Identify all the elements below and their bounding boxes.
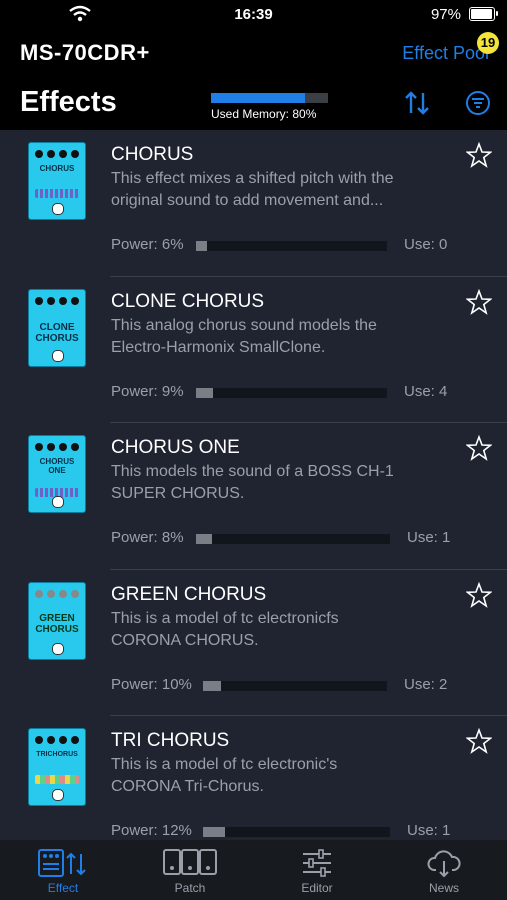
sort-icon[interactable]: [403, 89, 431, 117]
effect-pool-badge: 19: [477, 32, 499, 54]
use-count: Use: 1: [407, 822, 451, 839]
header: 16:39 97% MS-70CDR+ Effect Pool 19 Effec…: [0, 0, 507, 130]
pedal-thumbnail: GREEN CHORUS: [28, 581, 86, 660]
tab-bar: Effect Patch Editor News: [0, 840, 507, 900]
effect-description: This effect mixes a shifted pitch with t…: [111, 170, 394, 209]
star-icon[interactable]: [466, 728, 492, 754]
effect-row[interactable]: CHORUS ONE CHORUS ONE This models the sou…: [0, 423, 507, 570]
star-icon[interactable]: [466, 581, 492, 608]
effect-row[interactable]: TRICHORUS TRI CHORUS This is a model of …: [0, 716, 507, 840]
effect-name: CHORUS: [111, 144, 194, 165]
memory-label: Used Memory: 80%: [211, 107, 317, 121]
pedal-thumbnail: CLONE CHORUS: [28, 288, 86, 367]
power-bar: [203, 827, 390, 837]
effect-description: This analog chorus sound models the Elect…: [111, 316, 377, 356]
power-label: Power: 8%: [111, 529, 184, 546]
tab-news[interactable]: News: [381, 840, 507, 900]
effect-row[interactable]: GREEN CHORUS GREEN CHORUS This is a model…: [0, 570, 507, 716]
effect-row[interactable]: CHORUS CHORUS This effect mixes a shifte…: [0, 130, 507, 277]
pedal-thumbnail: CHORUS: [28, 142, 86, 220]
tab-effect-label: Effect: [47, 881, 79, 895]
effect-name: TRI CHORUS: [111, 730, 230, 751]
star-icon[interactable]: [466, 435, 492, 461]
power-label: Power: 6%: [111, 236, 184, 253]
effect-name: CHORUS ONE: [111, 437, 240, 458]
tab-patch[interactable]: Patch: [127, 840, 253, 900]
memory-bar: [211, 93, 328, 103]
star-icon[interactable]: [466, 142, 492, 168]
tab-editor[interactable]: Editor: [254, 840, 380, 900]
use-count: Use: 2: [404, 675, 448, 693]
cloud-download-icon: [427, 850, 461, 878]
effect-description: This is a model of tc electronic's CORONA…: [111, 756, 338, 795]
power-label: Power: 12%: [111, 822, 192, 839]
memory-bar-fill: [211, 93, 305, 103]
use-count: Use: 4: [404, 382, 448, 400]
effect-list[interactable]: CHORUS CHORUS This effect mixes a shifte…: [0, 130, 507, 840]
pedal-thumbnail: TRICHORUS: [28, 728, 86, 806]
effect-pool-link[interactable]: Effect Pool: [402, 43, 489, 64]
battery-percent: 97%: [430, 6, 461, 23]
tab-news-label: News: [428, 881, 459, 895]
filter-icon[interactable]: [465, 90, 491, 116]
pedal-thumbnail: CHORUS ONE: [28, 435, 86, 513]
power-bar: [203, 680, 387, 691]
effect-name: GREEN CHORUS: [111, 583, 267, 605]
effect-description: This models the sound of a BOSS CH-1 SUPE…: [111, 463, 394, 502]
tab-patch-label: Patch: [174, 881, 206, 895]
power-label: Power: 10%: [111, 675, 192, 693]
page-title: Effects: [20, 86, 117, 118]
patch-tab-icon: [163, 849, 217, 875]
tab-effect[interactable]: Effect: [0, 840, 126, 900]
power-bar: [196, 241, 387, 251]
power-label: Power: 9%: [111, 382, 184, 400]
power-bar: [196, 534, 390, 544]
battery-icon: [469, 7, 498, 21]
use-count: Use: 1: [407, 529, 451, 546]
effect-tab-icon: [38, 849, 86, 877]
sliders-icon: [303, 849, 331, 877]
tab-editor-label: Editor: [301, 881, 333, 895]
use-count: Use: 0: [404, 236, 448, 253]
effect-row[interactable]: CLONE CHORUS CLONE CHORUS This analog cho…: [0, 277, 507, 423]
star-icon[interactable]: [466, 288, 492, 315]
device-name: MS-70CDR+: [20, 40, 150, 65]
effect-description: This is a model of tc electronicfs CORONA…: [111, 609, 339, 649]
status-bar: 16:39 97%: [0, 0, 507, 28]
effect-name: CLONE CHORUS: [111, 290, 265, 312]
power-bar: [196, 387, 387, 398]
